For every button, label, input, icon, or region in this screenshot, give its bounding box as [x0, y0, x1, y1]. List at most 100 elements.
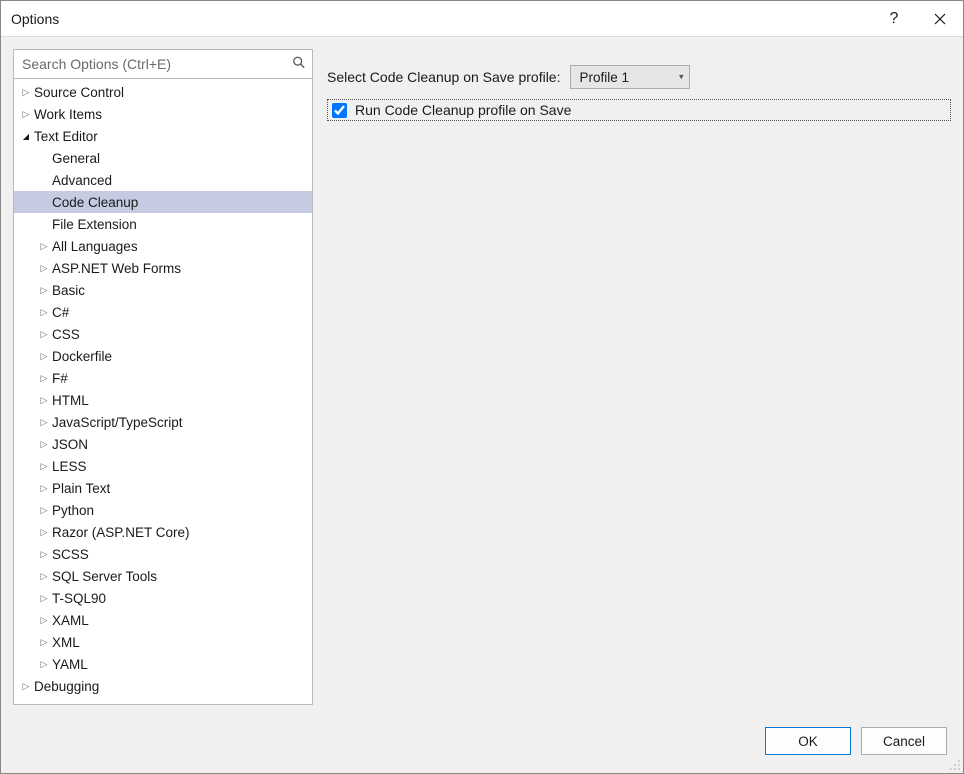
tree-expand-icon[interactable]: ▷ — [38, 571, 50, 582]
tree-expand-icon[interactable]: ▷ — [38, 593, 50, 604]
tree-expand-icon[interactable]: ▷ — [20, 87, 32, 98]
tree-expand-icon[interactable]: ▷ — [38, 329, 50, 340]
tree-expand-icon[interactable]: ▷ — [38, 615, 50, 626]
tree-expand-icon[interactable]: ▷ — [38, 241, 50, 252]
ok-button[interactable]: OK — [765, 727, 851, 755]
cancel-button[interactable]: Cancel — [861, 727, 947, 755]
tree-expand-icon[interactable]: ▷ — [38, 439, 50, 450]
tree-item-label: XAML — [52, 613, 89, 628]
main-panel: Select Code Cleanup on Save profile: Pro… — [327, 49, 951, 705]
cancel-button-label: Cancel — [883, 734, 925, 749]
tree-item-label: XML — [52, 635, 80, 650]
tree-item-label: Work Items — [34, 107, 102, 122]
tree-item-label: SQL Server Tools — [52, 569, 157, 584]
tree-item-label: YAML — [52, 657, 88, 672]
tree-item-label: JavaScript/TypeScript — [52, 415, 183, 430]
tree-item[interactable]: ▷T-SQL90 — [14, 587, 312, 609]
close-button[interactable] — [917, 1, 963, 37]
tree-item[interactable]: ▷ASP.NET Web Forms — [14, 257, 312, 279]
tree-item[interactable]: ▷Plain Text — [14, 477, 312, 499]
tree-expand-icon[interactable]: ▷ — [38, 307, 50, 318]
tree-item[interactable]: ▷Advanced — [14, 169, 312, 191]
tree-item[interactable]: ▷All Languages — [14, 235, 312, 257]
tree-item-label: Code Cleanup — [52, 195, 138, 210]
tree-expand-icon[interactable]: ▷ — [38, 549, 50, 560]
tree-item-label: F# — [52, 371, 68, 386]
resize-grip-icon[interactable] — [949, 759, 961, 771]
tree-expand-icon[interactable]: ▷ — [38, 637, 50, 648]
tree-item-label: File Extension — [52, 217, 137, 232]
tree-item[interactable]: ▷Basic — [14, 279, 312, 301]
tree-expand-icon[interactable]: ▷ — [38, 351, 50, 362]
tree-item[interactable]: ▷C# — [14, 301, 312, 323]
tree-item[interactable]: ▷Code Cleanup — [14, 191, 312, 213]
tree-item[interactable]: ▷XML — [14, 631, 312, 653]
tree-item-label: LESS — [52, 459, 87, 474]
options-tree[interactable]: ▷Source Control▷Work Items◢Text Editor▷G… — [14, 79, 312, 704]
close-icon — [934, 13, 946, 25]
options-tree-container: ▷Source Control▷Work Items◢Text Editor▷G… — [13, 79, 313, 705]
tree-item[interactable]: ▷General — [14, 147, 312, 169]
tree-expand-icon[interactable]: ▷ — [38, 285, 50, 296]
tree-item[interactable]: ▷Source Control — [14, 81, 312, 103]
tree-expand-icon[interactable]: ▷ — [38, 483, 50, 494]
tree-item[interactable]: ▷Work Items — [14, 103, 312, 125]
run-cleanup-checkbox[interactable] — [332, 103, 347, 118]
titlebar: Options ? — [1, 1, 963, 37]
tree-item[interactable]: ▷SQL Server Tools — [14, 565, 312, 587]
tree-item-label: ASP.NET Web Forms — [52, 261, 181, 276]
tree-item[interactable]: ▷File Extension — [14, 213, 312, 235]
tree-item[interactable]: ▷Python — [14, 499, 312, 521]
tree-expand-icon[interactable]: ▷ — [20, 681, 32, 692]
tree-item[interactable]: ◢Text Editor — [14, 125, 312, 147]
tree-item-label: T-SQL90 — [52, 591, 106, 606]
tree-expand-icon[interactable]: ▷ — [38, 527, 50, 538]
help-button[interactable]: ? — [871, 1, 917, 37]
tree-item[interactable]: ▷LESS — [14, 455, 312, 477]
tree-item-label: JSON — [52, 437, 88, 452]
tree-item-label: SCSS — [52, 547, 89, 562]
profile-row: Select Code Cleanup on Save profile: Pro… — [327, 65, 951, 89]
window-title: Options — [11, 11, 59, 27]
tree-item[interactable]: ▷SCSS — [14, 543, 312, 565]
tree-expand-icon[interactable]: ▷ — [38, 505, 50, 516]
tree-expand-icon[interactable]: ▷ — [38, 461, 50, 472]
tree-item-label: Advanced — [52, 173, 112, 188]
profile-value: Profile 1 — [579, 70, 629, 85]
tree-expand-icon[interactable]: ▷ — [38, 395, 50, 406]
tree-item[interactable]: ▷Dockerfile — [14, 345, 312, 367]
run-cleanup-checkbox-row[interactable]: Run Code Cleanup profile on Save — [327, 99, 951, 121]
dialog-footer: OK Cancel — [1, 717, 963, 773]
tree-item-label: Text Editor — [34, 129, 98, 144]
options-dialog: Options ? ▷Source Co — [0, 0, 964, 774]
tree-collapse-icon[interactable]: ◢ — [20, 132, 32, 141]
tree-item[interactable]: ▷CSS — [14, 323, 312, 345]
tree-item-label: C# — [52, 305, 69, 320]
search-box[interactable] — [13, 49, 313, 79]
chevron-down-icon: ▾ — [679, 72, 684, 83]
tree-expand-icon[interactable]: ▷ — [38, 373, 50, 384]
tree-item-label: Python — [52, 503, 94, 518]
tree-item[interactable]: ▷XAML — [14, 609, 312, 631]
search-icon — [292, 56, 306, 73]
tree-item[interactable]: ▷F# — [14, 367, 312, 389]
profile-combobox[interactable]: Profile 1 ▾ — [570, 65, 690, 89]
tree-item-label: Debugging — [34, 679, 99, 694]
tree-item[interactable]: ▷Debugging — [14, 675, 312, 697]
tree-expand-icon[interactable]: ▷ — [38, 659, 50, 670]
dialog-body: ▷Source Control▷Work Items◢Text Editor▷G… — [1, 37, 963, 717]
search-input[interactable] — [20, 55, 306, 73]
tree-expand-icon[interactable]: ▷ — [20, 109, 32, 120]
tree-expand-icon[interactable]: ▷ — [38, 263, 50, 274]
sidebar: ▷Source Control▷Work Items◢Text Editor▷G… — [13, 49, 313, 705]
tree-item[interactable]: ▷HTML — [14, 389, 312, 411]
run-cleanup-label: Run Code Cleanup profile on Save — [355, 102, 571, 118]
ok-button-label: OK — [798, 734, 818, 749]
tree-item[interactable]: ▷YAML — [14, 653, 312, 675]
tree-item[interactable]: ▷Razor (ASP.NET Core) — [14, 521, 312, 543]
tree-item-label: HTML — [52, 393, 89, 408]
tree-item[interactable]: ▷JavaScript/TypeScript — [14, 411, 312, 433]
tree-item[interactable]: ▷JSON — [14, 433, 312, 455]
tree-expand-icon[interactable]: ▷ — [38, 417, 50, 428]
profile-label: Select Code Cleanup on Save profile: — [327, 69, 560, 85]
